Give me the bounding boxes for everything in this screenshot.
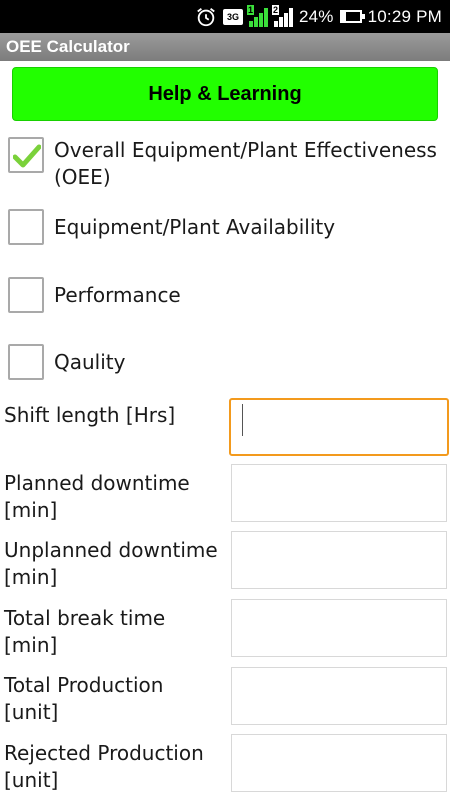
option-performance[interactable]: Performance (8, 277, 444, 313)
quality-checkbox[interactable] (8, 344, 44, 380)
battery-icon (339, 10, 365, 23)
total-production-label: Total Production [unit] (4, 673, 164, 724)
option-oee[interactable]: Overall Equipment/Plant Effectiveness (O… (8, 137, 444, 191)
availability-checkbox[interactable] (8, 209, 44, 245)
option-label: Overall Equipment/Plant Effectiveness (O… (54, 138, 437, 189)
checkmark-icon (13, 144, 41, 168)
option-label: Performance (54, 283, 181, 307)
help-learning-button[interactable]: Help & Learning (12, 67, 438, 121)
status-bar: 3G 1 2 24% 10:29 PM (0, 0, 450, 33)
option-quality[interactable]: Qaulity (8, 344, 444, 380)
total-break-time-input[interactable] (231, 599, 447, 657)
option-availability[interactable]: Equipment/Plant Availability (8, 209, 444, 245)
shift-length-input[interactable] (229, 398, 449, 456)
battery-percent: 24% (299, 6, 334, 26)
app-title: OEE Calculator (6, 37, 130, 56)
planned-downtime-input[interactable] (231, 464, 447, 522)
option-label: Equipment/Plant Availability (54, 215, 336, 239)
clock-time: 10:29 PM (367, 6, 442, 26)
unplanned-downtime-label: Unplanned downtime [min] (4, 538, 218, 589)
total-production-input[interactable] (231, 667, 447, 725)
option-label: Qaulity (54, 350, 126, 374)
help-learning-label: Help & Learning (148, 82, 302, 105)
performance-checkbox[interactable] (8, 277, 44, 313)
unplanned-downtime-input[interactable] (231, 531, 447, 589)
planned-downtime-label: Planned downtime [min] (4, 471, 190, 522)
rejected-production-label: Rejected Production [unit] (4, 741, 204, 792)
app-title-bar: OEE Calculator (0, 33, 450, 61)
alarm-icon (195, 6, 217, 28)
signal-sim1-icon: 1 (247, 4, 268, 27)
rejected-production-input[interactable] (231, 734, 447, 792)
shift-length-label: Shift length [Hrs] (4, 403, 176, 427)
text-cursor (242, 404, 243, 436)
total-break-time-label: Total break time [min] (4, 606, 166, 657)
network-badge-icon: 3G (223, 8, 243, 25)
signal-sim2-icon: 2 (272, 4, 293, 27)
oee-checkbox[interactable] (8, 137, 44, 173)
